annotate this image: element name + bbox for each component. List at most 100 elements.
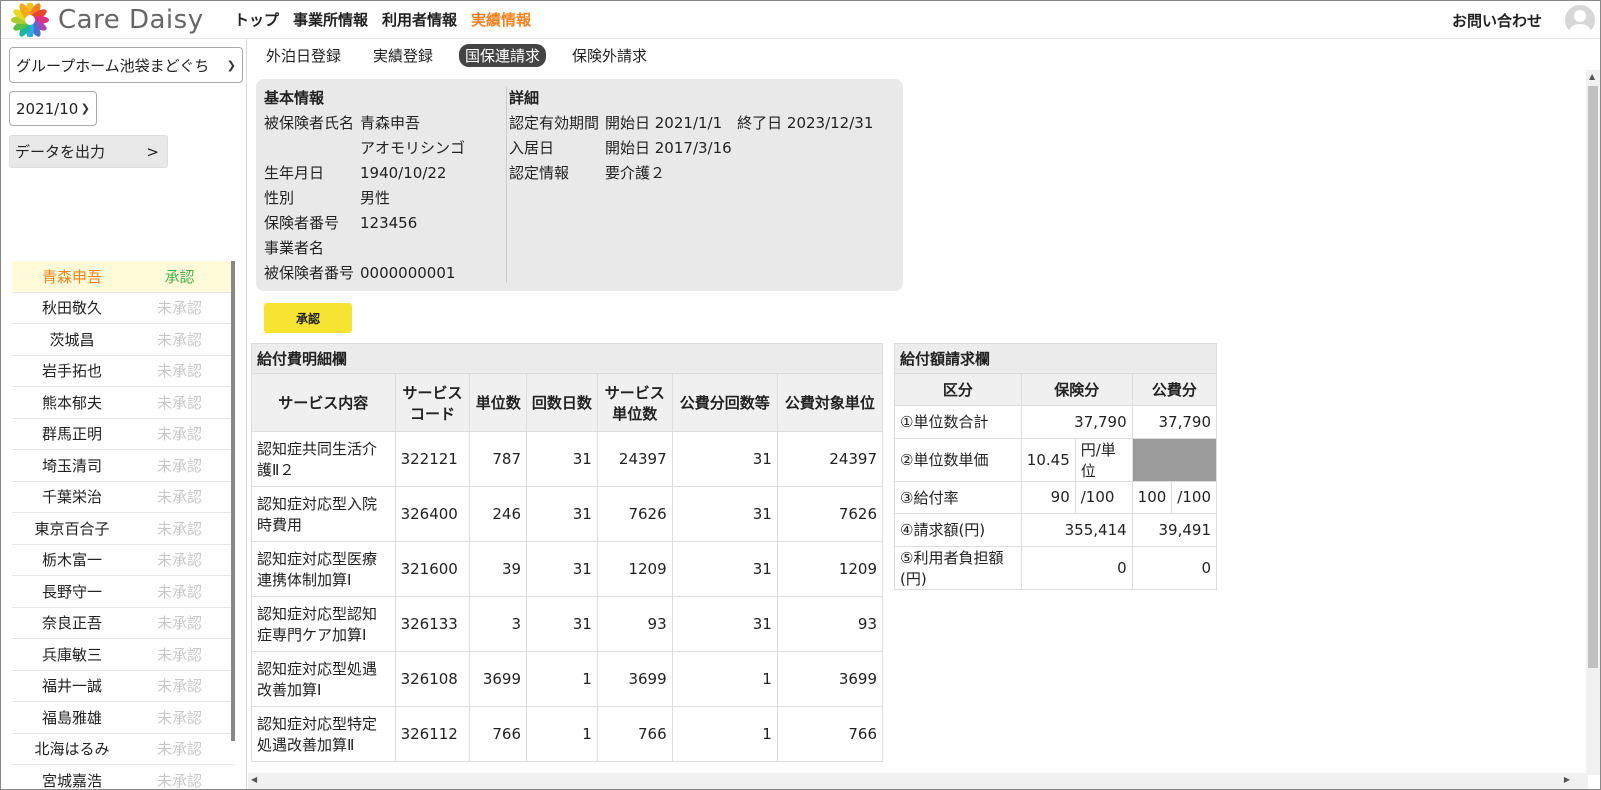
user-list-item[interactable]: 岩手拓也 未承認: [12, 356, 234, 387]
info-key: 入居日: [509, 139, 555, 157]
tab-non-insurance-claim[interactable]: 保険外請求: [566, 44, 653, 67]
public-value: 0: [1131, 545, 1218, 590]
table-row: ③給付率 90 /100 100 /100: [894, 480, 1217, 514]
user-name: 北海はるみ: [34, 740, 110, 759]
service-units: 7626: [596, 486, 673, 542]
sidebar: グループホーム池袋まどぐち ❯ 2021/10 ❯ データを出力 > 青森申吾 承…: [1, 39, 247, 789]
user-list-item[interactable]: 兵庫敏三 未承認: [12, 639, 234, 671]
sub-tabs: 外泊日登録 実績登録 国保連請求 保険外請求: [260, 44, 653, 67]
info-key: 認定情報: [509, 164, 570, 182]
user-name: 岩手拓也: [41, 362, 102, 381]
days-count: 1: [526, 706, 598, 762]
unit-count: 3: [469, 596, 528, 652]
scrollbar-thumb[interactable]: [1588, 86, 1598, 668]
service-name: 認知症対応型認知症専門ケア加算Ⅰ: [251, 596, 396, 652]
info-key: 被保険者氏名: [264, 114, 355, 132]
chevron-down-icon: ❯: [80, 102, 90, 115]
info-value: 1940/10/22: [360, 163, 447, 182]
month-select[interactable]: 2021/10 ❯: [9, 91, 97, 126]
tab-overnight-registration[interactable]: 外泊日登録: [260, 44, 347, 67]
user-list-item[interactable]: 北海はるみ 未承認: [12, 734, 234, 765]
user-list-item[interactable]: 福島雅雄 未承認: [12, 702, 234, 734]
unit-count: 246: [469, 486, 528, 542]
user-name: 青森申吾: [41, 267, 102, 286]
nav-performance-info[interactable]: 実績情報: [471, 9, 531, 30]
tab-performance-registration[interactable]: 実績登録: [367, 44, 439, 67]
column-header: サービス内容: [251, 373, 396, 432]
public-count: 1: [671, 651, 778, 707]
unit-count: 39: [469, 541, 528, 597]
nav-user-info[interactable]: 利用者情報: [382, 9, 457, 30]
scroll-right-icon[interactable]: ▶: [1564, 775, 1570, 784]
days-count: 31: [526, 541, 598, 597]
user-list-item[interactable]: 長野守一 未承認: [12, 576, 234, 608]
info-key: 性別: [264, 189, 295, 207]
column-header: 単位数: [469, 373, 528, 432]
unit-label: /100: [1074, 480, 1133, 514]
user-list-item[interactable]: 福井一誠 未承認: [12, 671, 234, 702]
table-row: 認知症対応型医療連携体制加算Ⅰ 321600 39 31 1209 31 120…: [251, 541, 884, 597]
claim-section: 給付額請求欄 区分 保険分 公費分 ①単位数合計 37,790 37,790 ②…: [894, 343, 1218, 590]
user-name: 奈良正吾: [41, 614, 102, 633]
table-row: 認知症対応型特定処遇改善加算Ⅱ 326112 766 1 766 1 766: [251, 706, 884, 762]
benefit-detail-table: サービス内容 サービスコード 単位数 回数日数 サービス単位数 公費分回数等 公…: [251, 373, 884, 762]
nav-top[interactable]: トップ: [234, 9, 279, 30]
unit-count: 787: [469, 431, 528, 487]
service-code: 322121: [394, 431, 471, 487]
user-list-item[interactable]: 奈良正吾 未承認: [12, 608, 234, 639]
claim-title: 給付額請求欄: [894, 343, 1217, 373]
table-header-row: サービス内容 サービスコード 単位数 回数日数 サービス単位数 公費分回数等 公…: [251, 373, 884, 432]
user-avatar-icon[interactable]: [1565, 5, 1595, 35]
public-value: 100: [1131, 480, 1173, 514]
info-divider: [506, 87, 507, 283]
main-horizontal-scrollbar[interactable]: ◀ ▶: [248, 773, 1588, 789]
info-value: 青森申吾: [360, 114, 421, 132]
user-name: 茨城昌: [49, 330, 95, 349]
user-list-item[interactable]: 栃木富一 未承認: [12, 545, 234, 576]
public-count: 31: [671, 431, 778, 487]
column-header: サービス単位数: [596, 373, 673, 432]
user-name: 熊本郁夫: [41, 393, 102, 412]
info-value: 男性: [360, 189, 391, 207]
user-list-item[interactable]: 東京百合子 未承認: [12, 513, 234, 545]
approval-status: 未承認: [156, 614, 202, 633]
user-list-item[interactable]: 千葉栄治 未承認: [12, 482, 234, 513]
approve-button[interactable]: 承認: [264, 303, 352, 333]
public-count: 31: [671, 541, 778, 597]
user-name: 東京百合子: [34, 519, 110, 538]
scroll-left-icon[interactable]: ◀: [251, 775, 257, 784]
main-vertical-scrollbar[interactable]: ▲: [1586, 70, 1600, 775]
approval-status: 未承認: [156, 708, 202, 727]
approval-status: 未承認: [156, 362, 202, 381]
approval-status: 未承認: [156, 551, 202, 570]
user-list-item[interactable]: 群馬正明 未承認: [12, 419, 234, 450]
info-key: 保険者番号: [264, 214, 340, 232]
contact-link[interactable]: お問い合わせ: [1452, 10, 1542, 31]
service-units: 93: [596, 596, 673, 652]
user-list-item[interactable]: 埼玉清司 未承認: [12, 450, 234, 482]
scroll-up-icon[interactable]: ▲: [1589, 72, 1595, 81]
top-nav: トップ 事業所情報 利用者情報 実績情報: [234, 9, 531, 30]
export-data-button[interactable]: データを出力 >: [9, 135, 168, 168]
facility-select[interactable]: グループホーム池袋まどぐち ❯: [9, 47, 243, 83]
user-list-item[interactable]: 茨城昌 未承認: [12, 324, 234, 356]
public-count: 31: [671, 596, 778, 652]
table-row: 認知症対応型認知症専門ケア加算Ⅰ 326133 3 31 93 31 93: [251, 596, 884, 652]
user-list-item[interactable]: 熊本郁夫 未承認: [12, 387, 234, 419]
user-name: 埼玉清司: [41, 456, 102, 475]
user-list-item[interactable]: 青森申吾 承認: [12, 261, 234, 293]
nav-office-info[interactable]: 事業所情報: [293, 9, 368, 30]
column-header: 公費分: [1131, 373, 1218, 406]
service-name: 認知症対応型入院時費用: [251, 486, 396, 542]
app-window: Care Daisy トップ 事業所情報 利用者情報 実績情報 お問い合わせ グ…: [0, 0, 1601, 790]
user-list-item[interactable]: 秋田敬久 未承認: [12, 293, 234, 324]
facility-select-value: グループホーム池袋まどぐち: [16, 56, 210, 75]
user-list-item[interactable]: 宮城嘉浩 未承認: [12, 765, 234, 789]
benefit-detail-title: 給付費明細欄: [251, 343, 883, 373]
brand-logo[interactable]: Care Daisy: [8, 3, 204, 37]
public-units: 7626: [776, 486, 884, 542]
tab-kokuhoren-claim[interactable]: 国保連請求: [459, 44, 547, 67]
days-count: 31: [526, 431, 598, 487]
user-list-scrollbar[interactable]: [231, 261, 235, 741]
info-value: 要介護２: [605, 164, 666, 182]
